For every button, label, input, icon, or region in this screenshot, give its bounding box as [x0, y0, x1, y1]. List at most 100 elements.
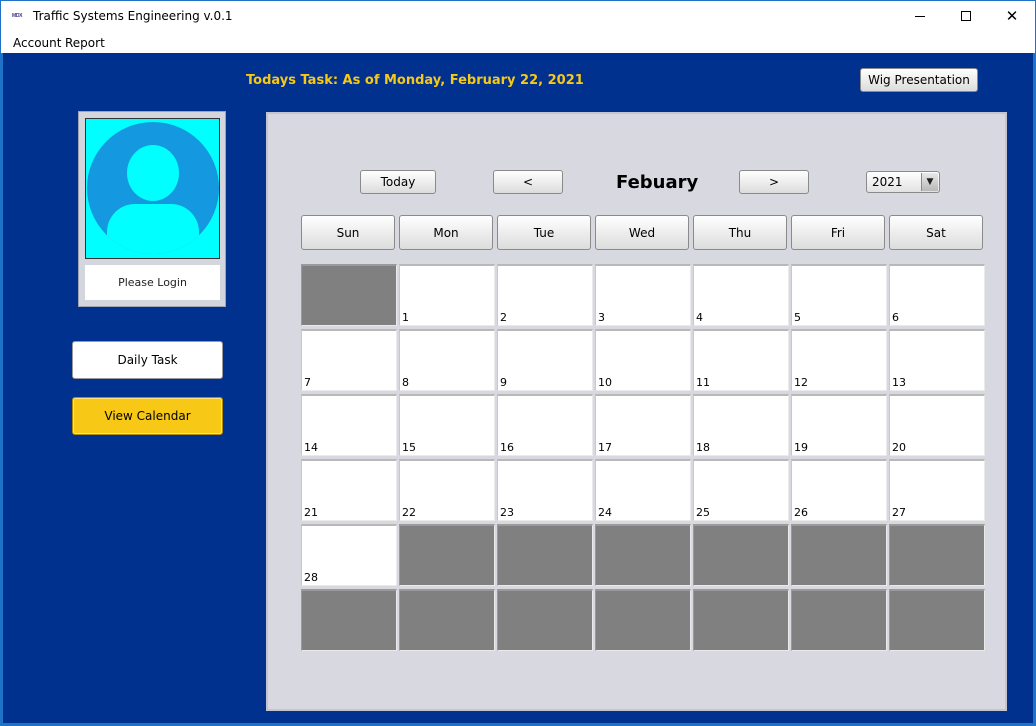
- calendar-cell-empty: [399, 589, 495, 651]
- day-number: 5: [794, 311, 801, 324]
- day-number: 26: [794, 506, 808, 519]
- close-button[interactable]: ✕: [989, 1, 1035, 31]
- day-number: 7: [304, 376, 311, 389]
- calendar-cell-empty: [497, 524, 593, 586]
- calendar-day-cell[interactable]: 8: [399, 329, 495, 391]
- calendar-day-cell[interactable]: 16: [497, 394, 593, 456]
- calendar-day-cell[interactable]: 7: [301, 329, 397, 391]
- weekday-header-thu[interactable]: Thu: [693, 215, 787, 250]
- view-calendar-button[interactable]: View Calendar: [72, 397, 223, 435]
- day-number: 25: [696, 506, 710, 519]
- maximize-icon: [961, 11, 971, 21]
- menu-account[interactable]: Account: [13, 36, 61, 50]
- day-number: 10: [598, 376, 612, 389]
- calendar-day-cell[interactable]: 2: [497, 264, 593, 326]
- calendar-day-cell[interactable]: 3: [595, 264, 691, 326]
- weekday-header-sat[interactable]: Sat: [889, 215, 983, 250]
- calendar-day-cell[interactable]: 6: [889, 264, 985, 326]
- day-number: 19: [794, 441, 808, 454]
- month-label: Febuary: [616, 172, 699, 193]
- day-number: 21: [304, 506, 318, 519]
- day-number: 20: [892, 441, 906, 454]
- window-title: Traffic Systems Engineering v.0.1: [33, 9, 233, 23]
- app-icon: MDX: [12, 13, 23, 19]
- user-avatar-icon: [87, 122, 219, 254]
- calendar-day-cell[interactable]: 5: [791, 264, 887, 326]
- calendar-day-cell[interactable]: 20: [889, 394, 985, 456]
- day-number: 12: [794, 376, 808, 389]
- calendar-day-cell[interactable]: 26: [791, 459, 887, 521]
- calendar-day-cell[interactable]: 9: [497, 329, 593, 391]
- weekday-header-wed[interactable]: Wed: [595, 215, 689, 250]
- menu-bar: Account Report: [0, 31, 1036, 53]
- weekday-header-sun[interactable]: Sun: [301, 215, 395, 250]
- calendar-day-cell[interactable]: 28: [301, 524, 397, 586]
- weekday-header-mon[interactable]: Mon: [399, 215, 493, 250]
- profile-card: Please Login: [78, 111, 226, 307]
- calendar-cell-empty: [595, 589, 691, 651]
- wig-presentation-button[interactable]: Wig Presentation: [860, 68, 978, 92]
- calendar-day-cell[interactable]: 11: [693, 329, 789, 391]
- calendar-cell-empty: [399, 524, 495, 586]
- avatar-body-shape: [107, 204, 199, 254]
- calendar-cell-empty: [693, 524, 789, 586]
- day-number: 6: [892, 311, 899, 324]
- day-number: 28: [304, 571, 318, 584]
- day-number: 14: [304, 441, 318, 454]
- calendar-day-cell[interactable]: 1: [399, 264, 495, 326]
- daily-task-button[interactable]: Daily Task: [72, 341, 223, 379]
- calendar-cell-empty: [889, 524, 985, 586]
- day-number: 22: [402, 506, 416, 519]
- login-status[interactable]: Please Login: [85, 265, 220, 300]
- day-number: 2: [500, 311, 507, 324]
- calendar-day-cell[interactable]: 23: [497, 459, 593, 521]
- calendar-day-cell[interactable]: 4: [693, 264, 789, 326]
- calendar-day-cell[interactable]: 14: [301, 394, 397, 456]
- weekday-header-fri[interactable]: Fri: [791, 215, 885, 250]
- calendar-day-cell[interactable]: 21: [301, 459, 397, 521]
- calendar-cell-empty: [595, 524, 691, 586]
- day-number: 13: [892, 376, 906, 389]
- calendar-day-cell[interactable]: 19: [791, 394, 887, 456]
- day-number: 16: [500, 441, 514, 454]
- main-panel: Todays Task: As of Monday, February 22, …: [0, 53, 1036, 726]
- calendar-cell-empty: [497, 589, 593, 651]
- calendar-day-cell[interactable]: 10: [595, 329, 691, 391]
- calendar-cell-empty: [889, 589, 985, 651]
- calendar-day-cell[interactable]: 22: [399, 459, 495, 521]
- minimize-button[interactable]: [897, 1, 943, 31]
- avatar: [85, 118, 220, 259]
- menu-report[interactable]: Report: [65, 36, 105, 50]
- title-bar: MDX Traffic Systems Engineering v.0.1 ✕: [0, 0, 1036, 31]
- year-value: 2021: [872, 175, 903, 189]
- calendar-day-cell[interactable]: 13: [889, 329, 985, 391]
- day-number: 8: [402, 376, 409, 389]
- calendar-day-cell[interactable]: 24: [595, 459, 691, 521]
- today-button[interactable]: Today: [360, 170, 436, 194]
- year-select[interactable]: 2021 ▼: [866, 171, 940, 193]
- day-number: 4: [696, 311, 703, 324]
- minimize-icon: [915, 15, 925, 17]
- day-number: 24: [598, 506, 612, 519]
- calendar-day-cell[interactable]: 12: [791, 329, 887, 391]
- next-month-button[interactable]: >: [739, 170, 809, 194]
- day-number: 1: [402, 311, 409, 324]
- calendar-day-cell[interactable]: 17: [595, 394, 691, 456]
- calendar-day-cell[interactable]: 27: [889, 459, 985, 521]
- day-number: 15: [402, 441, 416, 454]
- calendar-panel: Today < Febuary > 2021 ▼ Sun Mon Tue Wed Thu…: [266, 112, 1007, 711]
- calendar-day-cell[interactable]: 25: [693, 459, 789, 521]
- weekday-header-tue[interactable]: Tue: [497, 215, 591, 250]
- day-number: 27: [892, 506, 906, 519]
- day-number: 11: [696, 376, 710, 389]
- calendar-day-cell[interactable]: 15: [399, 394, 495, 456]
- calendar-day-cell[interactable]: 18: [693, 394, 789, 456]
- day-number: 3: [598, 311, 605, 324]
- day-number: 23: [500, 506, 514, 519]
- prev-month-button[interactable]: <: [493, 170, 563, 194]
- calendar-cell-empty: [791, 589, 887, 651]
- maximize-button[interactable]: [943, 1, 989, 31]
- day-number: 18: [696, 441, 710, 454]
- todays-task-label: Todays Task: As of Monday, February 22, …: [246, 73, 584, 88]
- chevron-down-icon[interactable]: ▼: [921, 173, 938, 191]
